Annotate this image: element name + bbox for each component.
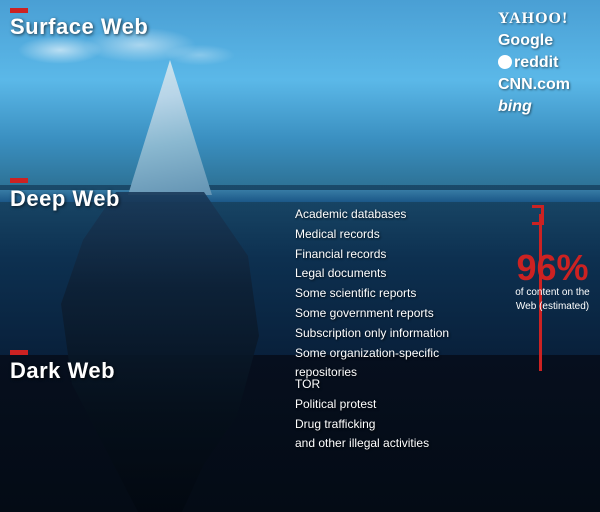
deep-web-content: Academic databases Medical records Finan… xyxy=(295,205,449,383)
deep-item-6: Some government reports xyxy=(295,304,449,324)
brand-cnn: CNN.com xyxy=(498,76,570,94)
deep-item-1: Academic databases xyxy=(295,205,449,225)
stats-percent: 96% xyxy=(515,250,590,286)
dark-item-3: Drug trafficking xyxy=(295,415,429,435)
brand-reddit: reddit xyxy=(498,54,570,72)
dark-item-1: TOR xyxy=(295,375,429,395)
surface-red-bar xyxy=(10,8,28,13)
dark-item-4: and other illegal activities xyxy=(295,434,429,454)
dark-web-label: Dark Web xyxy=(10,358,115,384)
deep-red-bar xyxy=(10,178,28,183)
main-container: Surface Web YAHOO! Google reddit CNN.com… xyxy=(0,0,600,512)
dark-web-content: TOR Political protest Drug trafficking a… xyxy=(295,375,429,454)
stats-description: of content on theWeb (estimated) xyxy=(515,286,590,314)
deep-item-7: Subscription only information xyxy=(295,324,449,344)
deep-item-5: Some scientific reports xyxy=(295,284,449,304)
bracket-top xyxy=(532,205,544,215)
bracket-bottom xyxy=(532,215,544,225)
deep-web-label: Deep Web xyxy=(10,186,120,212)
deep-item-2: Medical records xyxy=(295,225,449,245)
stats-container: 96% of content on theWeb (estimated) xyxy=(515,250,590,314)
deep-item-8: Some organization-specific xyxy=(295,344,449,364)
brand-google: Google xyxy=(498,32,570,50)
surface-web-label: Surface Web xyxy=(10,14,148,40)
dark-red-bar xyxy=(10,350,28,355)
brand-yahoo: YAHOO! xyxy=(498,10,570,28)
deep-item-4: Legal documents xyxy=(295,264,449,284)
dark-item-2: Political protest xyxy=(295,395,429,415)
brand-bing: bing xyxy=(498,98,570,116)
brands-list: YAHOO! Google reddit CNN.com bing xyxy=(498,10,570,116)
deep-item-3: Financial records xyxy=(295,245,449,265)
reddit-icon xyxy=(498,55,512,69)
